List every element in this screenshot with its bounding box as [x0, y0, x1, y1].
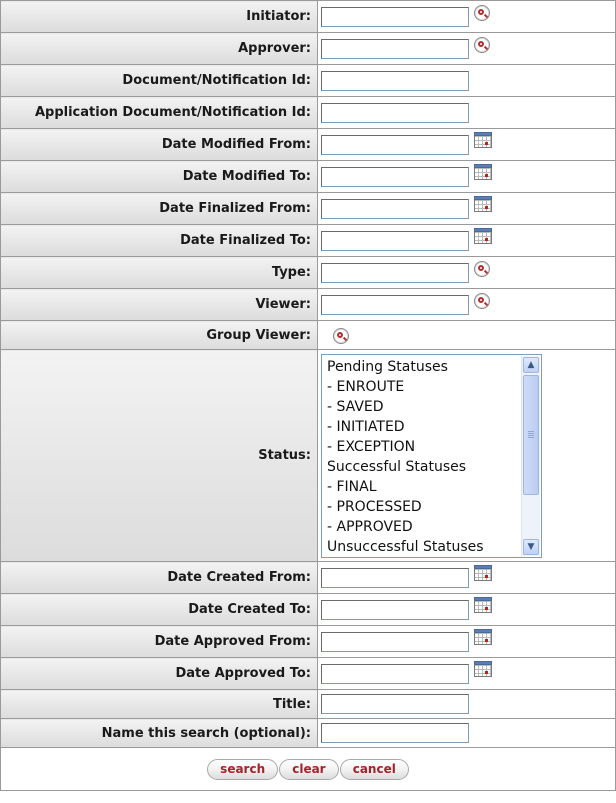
type-lookup-icon[interactable]: [474, 260, 490, 277]
status-listbox[interactable]: Pending Statuses - ENROUTE - SAVED - INI…: [321, 353, 542, 558]
date-approved-from-input[interactable]: [321, 631, 469, 652]
status-option[interactable]: - EXCEPTION: [322, 437, 521, 457]
initiator-label: Initiator:: [0, 0, 318, 33]
app-document-id-input[interactable]: [321, 102, 469, 123]
date-finalized-from-label: Date Finalized From:: [0, 192, 318, 225]
search-button[interactable]: search: [207, 759, 279, 780]
document-search-form: Initiator: Approver: Document/Notificati…: [0, 0, 616, 791]
name-search-label: Name this search (optional):: [0, 718, 318, 748]
row-initiator: Initiator:: [0, 0, 616, 33]
status-option[interactable]: - SAVED: [322, 397, 521, 417]
title-label: Title:: [0, 689, 318, 719]
status-label: Status:: [0, 349, 318, 562]
row-title: Title:: [0, 689, 616, 719]
status-option[interactable]: Successful Statuses: [322, 457, 521, 477]
row-app-document-id: Application Document/Notification Id:: [0, 96, 616, 129]
date-approved-from-calendar-icon[interactable]: [474, 629, 492, 646]
row-status: Status: Pending Statuses - ENROUTE - SAV…: [0, 349, 616, 562]
date-finalized-from-input[interactable]: [321, 198, 469, 219]
date-modified-from-input[interactable]: [321, 134, 469, 155]
status-option[interactable]: - PROCESSED: [322, 497, 521, 517]
row-type: Type:: [0, 256, 616, 289]
date-finalized-from-calendar-icon[interactable]: [474, 196, 492, 213]
date-created-to-input[interactable]: [321, 599, 469, 620]
row-date-created-from: Date Created From:: [0, 561, 616, 594]
row-buttons: search clear cancel: [0, 747, 616, 791]
date-created-from-input[interactable]: [321, 567, 469, 588]
row-date-finalized-from: Date Finalized From:: [0, 192, 616, 225]
app-document-id-label: Application Document/Notification Id:: [0, 96, 318, 129]
scroll-thumb[interactable]: [523, 374, 539, 495]
date-created-to-label: Date Created To:: [0, 593, 318, 626]
date-modified-to-label: Date Modified To:: [0, 160, 318, 193]
status-option[interactable]: - ENROUTE: [322, 377, 521, 397]
row-date-created-to: Date Created To:: [0, 593, 616, 626]
row-name-search: Name this search (optional):: [0, 718, 616, 748]
button-bar: search clear cancel: [0, 747, 616, 791]
approver-lookup-icon[interactable]: [474, 36, 490, 53]
viewer-label: Viewer:: [0, 288, 318, 321]
status-option[interactable]: Unsuccessful Statuses: [322, 537, 521, 557]
date-finalized-to-label: Date Finalized To:: [0, 224, 318, 257]
document-id-label: Document/Notification Id:: [0, 64, 318, 97]
initiator-input[interactable]: [321, 6, 469, 27]
row-date-finalized-to: Date Finalized To:: [0, 224, 616, 257]
row-group-viewer: Group Viewer:: [0, 320, 616, 350]
cancel-button[interactable]: cancel: [339, 759, 409, 780]
row-date-modified-from: Date Modified From:: [0, 128, 616, 161]
search-criteria-table: Initiator: Approver: Document/Notificati…: [0, 0, 616, 791]
clear-button[interactable]: clear: [279, 759, 339, 780]
type-label: Type:: [0, 256, 318, 289]
status-option[interactable]: - APPROVED: [322, 517, 521, 537]
row-approver: Approver:: [0, 32, 616, 65]
viewer-input[interactable]: [321, 294, 469, 315]
group-viewer-lookup-icon[interactable]: [333, 328, 349, 344]
viewer-lookup-icon[interactable]: [474, 292, 490, 309]
date-modified-from-calendar-icon[interactable]: [474, 132, 492, 149]
group-viewer-label: Group Viewer:: [0, 320, 318, 350]
row-date-approved-from: Date Approved From:: [0, 625, 616, 658]
date-modified-to-input[interactable]: [321, 166, 469, 187]
approver-input[interactable]: [321, 38, 469, 59]
scroll-down-icon[interactable]: ▼: [523, 538, 539, 555]
row-date-modified-to: Date Modified To:: [0, 160, 616, 193]
date-created-from-label: Date Created From:: [0, 561, 318, 594]
date-approved-to-calendar-icon[interactable]: [474, 661, 492, 678]
scroll-up-icon[interactable]: ▲: [523, 356, 539, 373]
date-modified-from-label: Date Modified From:: [0, 128, 318, 161]
approver-label: Approver:: [0, 32, 318, 65]
row-viewer: Viewer:: [0, 288, 616, 321]
document-id-input[interactable]: [321, 70, 469, 91]
status-options: Pending Statuses - ENROUTE - SAVED - INI…: [322, 357, 521, 557]
date-finalized-to-input[interactable]: [321, 230, 469, 251]
row-date-approved-to: Date Approved To:: [0, 657, 616, 690]
date-created-to-calendar-icon[interactable]: [474, 597, 492, 614]
row-document-id: Document/Notification Id:: [0, 64, 616, 97]
date-modified-to-calendar-icon[interactable]: [474, 164, 492, 181]
status-option[interactable]: Pending Statuses: [322, 357, 521, 377]
date-created-from-calendar-icon[interactable]: [474, 565, 492, 582]
date-approved-to-input[interactable]: [321, 663, 469, 684]
initiator-lookup-icon[interactable]: [474, 4, 490, 21]
status-option[interactable]: - FINAL: [322, 477, 521, 497]
name-search-input[interactable]: [321, 723, 469, 744]
date-approved-to-label: Date Approved To:: [0, 657, 318, 690]
date-approved-from-label: Date Approved From:: [0, 625, 318, 658]
date-finalized-to-calendar-icon[interactable]: [474, 228, 492, 245]
status-option[interactable]: - INITIATED: [322, 417, 521, 437]
title-input[interactable]: [321, 694, 469, 715]
status-scrollbar[interactable]: ▲ ▼: [521, 355, 540, 556]
type-input[interactable]: [321, 262, 469, 283]
